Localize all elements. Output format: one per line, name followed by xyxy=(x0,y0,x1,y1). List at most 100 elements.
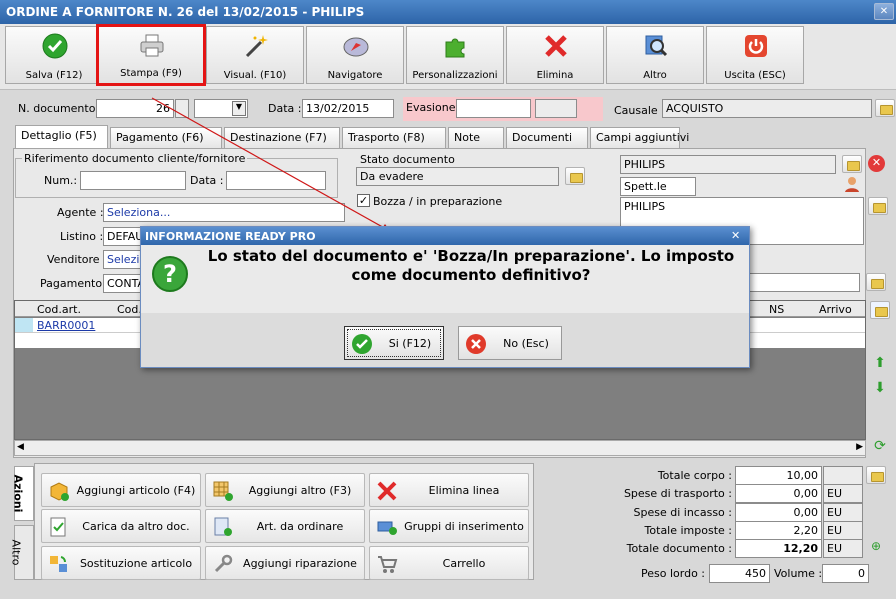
sort-button[interactable] xyxy=(870,301,890,319)
dialog-close-icon[interactable]: ✕ xyxy=(731,229,740,242)
document-add-icon xyxy=(214,517,232,536)
replace-article-button[interactable]: Sostituzione articolo xyxy=(41,546,201,580)
compass-icon xyxy=(343,37,369,57)
col-ns-header[interactable]: NS xyxy=(769,303,784,316)
zoom-icon[interactable]: ⊕ xyxy=(867,539,885,557)
totale-corpo-label: Totale corpo : xyxy=(657,469,732,482)
tab-altro[interactable]: Altro xyxy=(9,525,34,580)
add-repair-button[interactable]: Aggiungi riparazione xyxy=(205,546,365,580)
preview-button[interactable]: Visual. (F10) xyxy=(206,26,304,84)
evasione-input[interactable] xyxy=(456,99,531,118)
extra-folder-button[interactable] xyxy=(866,273,886,291)
tab-destinazione[interactable]: Destinazione (F7) xyxy=(224,127,340,148)
dialog-message: Lo stato del documento e' 'Bozza/In prep… xyxy=(207,247,735,284)
spese-incasso-input[interactable]: 0,00 xyxy=(735,503,822,522)
load-from-doc-label: Carica da altro doc. xyxy=(82,520,190,533)
move-up-icon[interactable]: ⬆ xyxy=(871,355,889,373)
supplier-remove-icon[interactable]: ✕ xyxy=(868,155,885,172)
supplier-folder-button[interactable] xyxy=(842,155,862,173)
agente-select[interactable]: Seleziona... xyxy=(103,203,345,222)
listino-select[interactable]: DEFAU xyxy=(103,227,143,246)
scroll-right-icon[interactable]: ▶ xyxy=(856,442,863,452)
venditore-select[interactable]: Selezio xyxy=(103,250,143,269)
stato-legend: Stato documento xyxy=(360,153,455,166)
customize-button[interactable]: Personalizzazioni xyxy=(406,26,504,84)
delete-button[interactable]: Elimina xyxy=(506,26,604,84)
dialog-titlebar: INFORMAZIONE READY PRO xyxy=(141,227,749,245)
close-window-button[interactable]: ✕ xyxy=(874,3,894,20)
supplier-name-input[interactable]: PHILIPS xyxy=(620,155,836,174)
rif-num-input[interactable] xyxy=(80,171,186,190)
cart-button[interactable]: Carrello xyxy=(369,546,529,580)
move-down-icon[interactable]: ⬇ xyxy=(871,380,889,398)
evasione-extra-input[interactable] xyxy=(535,99,577,118)
yes-button[interactable]: Si (F12) xyxy=(344,326,444,360)
magnifier-icon xyxy=(645,35,668,57)
pagamento-select[interactable]: CONTA xyxy=(103,274,143,293)
address-folder-button[interactable] xyxy=(868,197,888,215)
tab-note[interactable]: Note xyxy=(448,127,504,148)
totale-corpo-extra xyxy=(823,466,863,485)
ndoc-series-select[interactable]: ▼ xyxy=(194,99,248,118)
navigator-button-label: Navigatore xyxy=(327,70,383,81)
tab-campi-aggiuntivi-label: Campi aggiuntivi xyxy=(596,131,690,144)
horizontal-scrollbar[interactable]: ◀ ▶ xyxy=(14,440,866,456)
delete-line-button[interactable]: Elimina linea xyxy=(369,473,529,507)
ndoc-input[interactable]: 26 xyxy=(96,99,174,118)
tab-documenti[interactable]: Documenti xyxy=(506,127,588,148)
col-codart-header[interactable]: Cod.art. xyxy=(37,303,81,316)
date-input[interactable]: 13/02/2015 xyxy=(302,99,394,118)
tab-campi-aggiuntivi[interactable]: Campi aggiuntivi xyxy=(590,127,689,148)
evasione-label: Evasione: xyxy=(406,101,460,114)
spese-trasporto-input[interactable]: 0,00 xyxy=(735,484,822,503)
replace-article-label: Sostituzione articolo xyxy=(79,557,193,570)
document-check-icon xyxy=(50,517,66,537)
bozza-checkbox[interactable]: ✓ xyxy=(357,194,370,207)
cart-label: Carrello xyxy=(442,557,486,570)
totale-imposte-value: 2,20 xyxy=(735,521,822,540)
add-other-button[interactable]: Aggiungi altro (F3) xyxy=(205,473,365,507)
ndoc-spin[interactable] xyxy=(175,99,189,118)
stato-folder-button[interactable] xyxy=(565,167,585,185)
add-article-button[interactable]: Aggiungi articolo (F4) xyxy=(41,473,201,507)
exit-button[interactable]: Uscita (ESC) xyxy=(706,26,804,84)
puzzle-icon xyxy=(445,38,465,58)
table-row[interactable]: BARR0001 xyxy=(37,319,95,332)
salutation-input[interactable]: Spett.le xyxy=(620,177,696,196)
navigator-button[interactable]: Navigatore xyxy=(306,26,404,84)
print-button[interactable]: Stampa (F9) xyxy=(96,24,206,86)
scroll-left-icon[interactable]: ◀ xyxy=(17,442,24,452)
totale-documento-label: Totale documento : xyxy=(626,542,732,555)
col-arrivo-header[interactable]: Arrivo xyxy=(819,303,852,316)
insertion-groups-button[interactable]: Gruppi di inserimento xyxy=(369,509,529,543)
refresh-icon[interactable]: ⟳ xyxy=(871,438,889,456)
other-button[interactable]: Altro xyxy=(606,26,704,84)
causale-folder-button[interactable] xyxy=(875,99,895,117)
currency-trasporto: EU xyxy=(823,484,863,503)
peso-input[interactable]: 450 xyxy=(709,564,770,583)
items-to-order-button[interactable]: Art. da ordinare xyxy=(205,509,365,543)
venditore-label: Venditore : xyxy=(47,253,107,266)
save-button[interactable]: Salva (F12) xyxy=(5,26,103,84)
totale-documento-value: 12,20 xyxy=(735,539,822,558)
tab-trasporto[interactable]: Trasporto (F8) xyxy=(342,127,446,148)
tab-altro-label: Altro xyxy=(9,539,23,566)
causale-input[interactable]: ACQUISTO xyxy=(662,99,872,118)
no-button[interactable]: No (Esc) xyxy=(458,326,562,360)
load-from-doc-button[interactable]: Carica da altro doc. xyxy=(41,509,201,543)
window-titlebar: ORDINE A FORNITORE N. 26 del 13/02/2015 … xyxy=(0,0,896,24)
tab-dettaglio[interactable]: Dettaglio (F5) xyxy=(15,125,108,148)
volume-label: Volume : xyxy=(774,567,823,580)
tab-azioni[interactable]: Azioni xyxy=(11,466,34,521)
col-cod-header[interactable]: Cod. xyxy=(117,303,142,316)
tab-pagamento[interactable]: Pagamento (F6) xyxy=(110,127,222,148)
tab-note-label: Note xyxy=(454,131,481,144)
stato-input[interactable]: Da evadere xyxy=(356,167,559,186)
person-icon[interactable] xyxy=(842,175,862,193)
printer-icon xyxy=(140,34,164,57)
help-button[interactable] xyxy=(866,466,886,484)
question-icon: ? xyxy=(152,256,188,292)
rif-date-input[interactable] xyxy=(226,171,326,190)
yes-button-label: Si (F12) xyxy=(388,337,432,350)
volume-input[interactable]: 0 xyxy=(822,564,869,583)
